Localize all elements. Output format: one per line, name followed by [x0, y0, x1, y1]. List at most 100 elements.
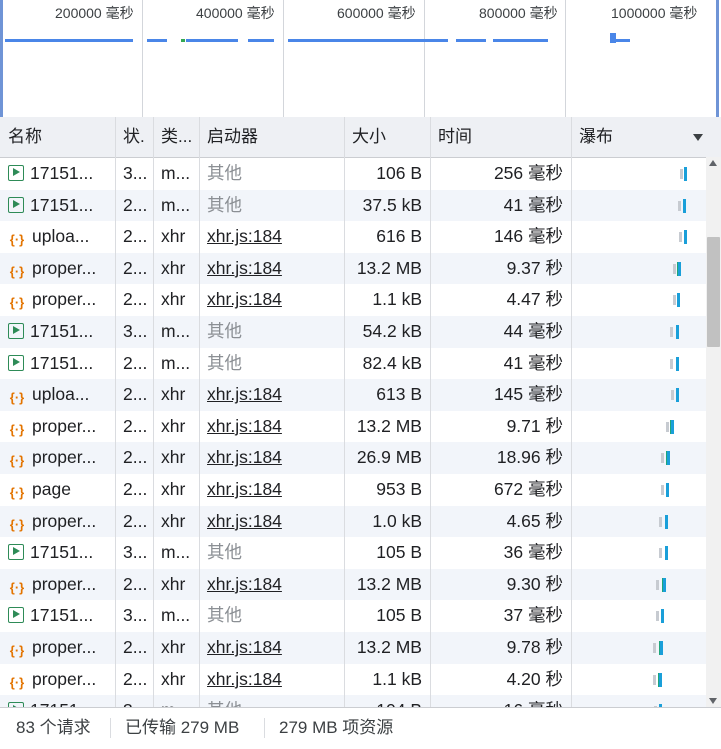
cell-waterfall — [571, 221, 706, 253]
initiator-link[interactable]: xhr.js:184 — [207, 289, 282, 309]
cell-waterfall — [571, 506, 706, 538]
waterfall-download-bar — [660, 641, 663, 655]
column-header-name[interactable]: 名称 — [0, 117, 115, 157]
table-row[interactable]: {·} proper... 2... xhr xhr.js:184 13.2 MB 9.37… — [0, 252, 706, 285]
cell-time: 256 毫秒 — [493, 163, 563, 183]
initiator-link[interactable]: xhr.js:184 — [207, 416, 282, 436]
overview-right-handle[interactable] — [716, 0, 719, 117]
request-name: 17151... — [30, 194, 94, 215]
request-name: page — [32, 479, 71, 499]
overview-activity — [186, 39, 238, 42]
cell-size: 616 B — [376, 226, 422, 247]
cell-waterfall — [571, 632, 706, 664]
cell-status: 2... — [123, 447, 148, 468]
table-row[interactable]: 17151... 3... m... 其他 54.2 kB 44 毫秒 — [0, 316, 706, 348]
cell-initiator: 其他 — [199, 190, 344, 222]
cell-waterfall — [571, 474, 706, 506]
cell-status: 2... — [123, 415, 148, 436]
cell-waterfall — [571, 537, 706, 569]
waterfall-download-bar — [676, 356, 679, 371]
column-header-size[interactable]: 大小 — [344, 117, 430, 157]
table-row[interactable]: {·} proper... 2... xhr xhr.js:184 1.1 kB 4.20 … — [0, 664, 706, 696]
waterfall-download-bar — [683, 198, 686, 213]
cell-initiator: xhr.js:184 — [199, 253, 344, 285]
initiator-link[interactable]: xhr.js:184 — [207, 511, 282, 531]
table-row[interactable]: {·} proper... 2... xhr xhr.js:184 13.2 MB 9.78… — [0, 632, 706, 664]
vertical-scrollbar[interactable] — [706, 157, 721, 707]
cell-type: m... — [161, 163, 191, 183]
overview-label: 200000 毫秒 — [55, 5, 134, 21]
cell-type: xhr — [161, 573, 186, 594]
table-row[interactable]: 17151... 3...m... 其他 104 B16 毫秒 — [0, 695, 706, 707]
initiator-link[interactable]: xhr.js:184 — [207, 637, 282, 657]
initiator-link[interactable]: xhr.js:184 — [207, 669, 282, 689]
column-header-type[interactable]: 类... — [153, 117, 199, 157]
waterfall-download-bar — [671, 419, 674, 434]
request-count: 83 个请求 — [16, 718, 91, 737]
waterfall-wait-bar — [661, 485, 664, 495]
column-header-initiator[interactable]: 启动器 — [199, 117, 344, 157]
cell-size: 1.1 kB — [372, 668, 422, 689]
initiator-link[interactable]: xhr.js:184 — [207, 258, 282, 278]
scroll-down-arrow-icon[interactable] — [709, 698, 717, 704]
cell-status: 2... — [123, 194, 148, 215]
overview-gridline — [142, 0, 143, 117]
xhr-icon: {·} — [9, 453, 25, 469]
overview-left-handle[interactable] — [0, 0, 3, 117]
initiator-link[interactable]: xhr.js:184 — [207, 479, 282, 499]
initiator-link[interactable]: xhr.js:184 — [207, 384, 282, 404]
cell-time: 37 毫秒 — [503, 605, 563, 626]
table-row[interactable]: 17151... 3... m... 其他 105 B 36 毫秒 — [0, 537, 706, 569]
requests-table: 名称 状. 类... 启动器 大小 时间 瀑布 17151... 3... m...… — [0, 117, 721, 707]
table-row[interactable]: {·} proper... 2... xhr xhr.js:184 1.1 kB 4.47 … — [0, 284, 706, 316]
overview-label: 1000000 毫秒 — [611, 5, 698, 21]
table-row[interactable]: {·} proper... 2... xhr xhr.js:184 13.2 MB 9.30… — [0, 568, 706, 601]
column-divider — [199, 117, 200, 707]
cell-status: 2... — [123, 384, 148, 405]
table-row[interactable]: {·} uploa... 2... xhr xhr.js:184 616 B 146 毫秒 — [0, 221, 706, 253]
waterfall-wait-bar — [673, 295, 676, 306]
status-divider — [110, 718, 111, 738]
column-header-status[interactable]: 状. — [115, 117, 153, 157]
cell-initiator: 其他 — [199, 316, 344, 348]
initiator-link[interactable]: xhr.js:184 — [207, 226, 282, 246]
chevron-down-icon[interactable] — [693, 134, 703, 141]
cell-size: 13.2 MB — [356, 573, 422, 594]
overview-timeline[interactable]: 200000 毫秒 400000 毫秒 600000 毫秒 800000 毫秒 … — [0, 0, 721, 118]
waterfall-download-bar — [684, 230, 687, 245]
table-row[interactable]: 17151... 2... m... 其他 37.5 kB 41 毫秒 — [0, 189, 706, 222]
table-row[interactable]: 17151... 3... m... 其他 106 B 256 毫秒 — [0, 158, 706, 190]
cell-initiator: xhr.js:184 — [199, 379, 344, 411]
waterfall-download-bar — [665, 514, 668, 529]
cell-size: 105 B — [376, 605, 422, 626]
table-row[interactable]: 17151... 3... m... 其他 105 B 37 毫秒 — [0, 600, 706, 632]
cell-time: 41 毫秒 — [503, 194, 563, 215]
waterfall-download-bar — [661, 609, 664, 624]
table-row[interactable]: {·} uploa... 2... xhr xhr.js:184 613 B 145 毫秒 — [0, 379, 706, 411]
xhr-icon: {·} — [9, 485, 25, 500]
initiator-link[interactable]: xhr.js:184 — [207, 447, 282, 467]
cell-type: xhr — [161, 637, 186, 657]
xhr-icon: {·} — [9, 390, 25, 406]
request-name: proper... — [32, 257, 97, 278]
table-row[interactable]: {·} proper... 2... xhr xhr.js:184 26.9 MB 18.9… — [0, 442, 706, 474]
cell-name: 17151... — [0, 190, 115, 222]
cell-type: xhr — [161, 257, 186, 278]
table-row[interactable]: {·} proper... 2... xhr xhr.js:184 13.2 MB 9.71… — [0, 411, 706, 443]
table-row[interactable]: {·} page 2... xhr xhr.js:184 953 B 672 毫秒 — [0, 474, 706, 506]
column-header-time[interactable]: 时间 — [430, 117, 571, 157]
initiator-link[interactable]: xhr.js:184 — [207, 574, 282, 594]
cell-waterfall — [571, 600, 706, 632]
cell-time: 16 毫秒 — [430, 695, 571, 707]
cell-type: xhr — [161, 289, 186, 310]
scroll-up-arrow-icon[interactable] — [709, 160, 717, 166]
cell-type: m... — [161, 321, 191, 341]
column-header-waterfall[interactable]: 瀑布 — [571, 117, 691, 157]
scrollbar-thumb[interactable] — [707, 237, 720, 347]
overview-activity — [456, 39, 486, 42]
cell-time: 146 毫秒 — [493, 226, 563, 247]
cell-time: 36 毫秒 — [503, 542, 563, 563]
table-row[interactable]: {·} proper... 2... xhr xhr.js:184 1.0 kB 4.65 … — [0, 505, 706, 538]
cell-initiator: xhr.js:184 — [199, 664, 344, 696]
table-row[interactable]: 17151... 2... m... 其他 82.4 kB 41 毫秒 — [0, 348, 706, 380]
